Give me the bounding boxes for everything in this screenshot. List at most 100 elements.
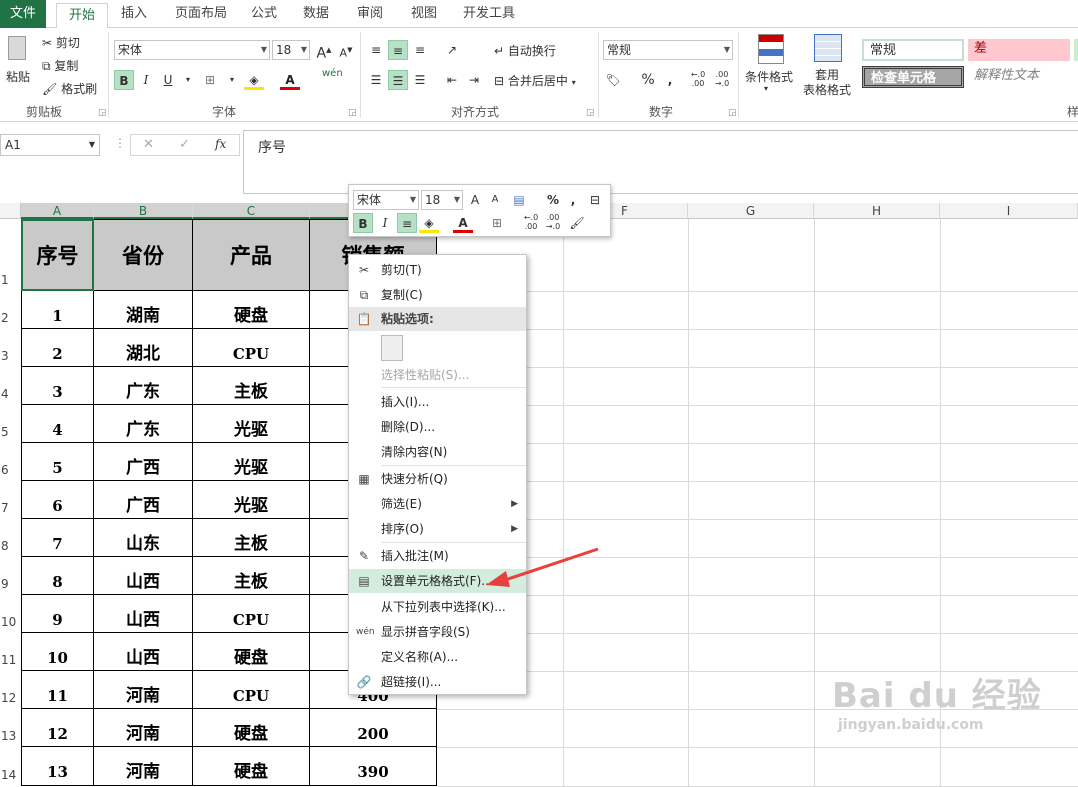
mini-format-painter-icon[interactable]: 🖌 — [567, 213, 587, 233]
font-launcher-icon[interactable]: ◲ — [348, 108, 357, 118]
orientation-icon[interactable]: ↗ — [442, 40, 462, 60]
tab-home[interactable]: 开始 — [56, 3, 108, 29]
col-header-g[interactable]: G — [688, 203, 814, 219]
menu-item-pick-from-list[interactable]: 从下拉列表中选择(K)... — [349, 595, 526, 619]
menu-item-filter[interactable]: 筛选(E) ▶ — [349, 492, 526, 516]
menu-item-clear-contents[interactable]: 清除内容(N) — [349, 440, 526, 464]
table-cell[interactable]: 主板 — [193, 367, 310, 405]
tab-insert[interactable]: 插入 — [112, 0, 156, 28]
font-name-combo[interactable]: 宋体 ▼ — [114, 40, 270, 60]
table-cell[interactable]: 河南 — [94, 747, 193, 786]
table-cell[interactable]: 山西 — [94, 595, 193, 633]
border-icon[interactable]: ⊞ — [200, 70, 220, 90]
mini-font-color-icon[interactable]: A — [453, 213, 473, 233]
style-explanatory[interactable]: 解释性文本 — [968, 66, 1070, 88]
mini-percent-button[interactable]: % — [543, 190, 563, 210]
wrap-text-button[interactable]: ↵ 自动换行 — [494, 42, 556, 59]
mini-increase-decimal-icon[interactable]: ←.0.00 — [521, 213, 541, 233]
mini-shrink-font-icon[interactable]: A — [485, 190, 505, 210]
mini-number-format-icon[interactable]: ▤ — [509, 190, 529, 210]
shrink-font-icon[interactable]: A▼ — [336, 40, 356, 60]
underline-dropdown-icon[interactable]: ▾ — [178, 70, 198, 90]
italic-button[interactable]: I — [136, 70, 156, 90]
increase-decimal-icon[interactable]: ←.0.00 — [688, 70, 708, 90]
percent-button[interactable]: % — [638, 70, 658, 90]
row-header-7[interactable]: 7 — [0, 501, 21, 515]
style-normal[interactable]: 常规 — [862, 39, 964, 61]
tab-data[interactable]: 数据 — [296, 0, 336, 28]
table-cell[interactable]: 9 — [21, 595, 94, 633]
decrease-decimal-icon[interactable]: .00 →.0 — [712, 70, 732, 90]
menu-item-define-name[interactable]: 定义名称(A)... — [349, 645, 526, 669]
table-cell[interactable]: 主板 — [193, 557, 310, 595]
table-cell[interactable]: 13 — [21, 747, 94, 786]
table-cell[interactable]: 3 — [21, 367, 94, 405]
table-cell[interactable]: CPU — [193, 329, 310, 367]
table-cell[interactable]: 光驱 — [193, 481, 310, 519]
table-cell[interactable]: 390 — [310, 747, 437, 786]
cancel-icon[interactable]: ✕ — [143, 137, 154, 152]
format-as-table-button[interactable]: 套用 表格格式 — [796, 32, 858, 120]
mini-table-icon[interactable]: ⊟ — [585, 190, 605, 210]
mini-italic-button[interactable]: I — [375, 213, 395, 233]
style-good-partial[interactable] — [1074, 39, 1078, 61]
menu-item-quick-analysis[interactable]: ▦ 快速分析(Q) — [349, 467, 526, 491]
decrease-indent-icon[interactable]: ⇤ — [442, 70, 462, 90]
mini-bold-button[interactable]: B — [353, 213, 373, 233]
table-cell[interactable]: 河南 — [94, 671, 193, 709]
paste-option-icon[interactable] — [381, 335, 403, 361]
col-header-c[interactable]: C — [193, 203, 310, 219]
align-left-icon[interactable]: ☰ — [366, 70, 386, 90]
table-cell[interactable]: 硬盘 — [193, 633, 310, 671]
row-header-3[interactable]: 3 — [0, 349, 21, 363]
table-cell[interactable]: 12 — [21, 709, 94, 747]
phonetic-icon[interactable]: wén — [322, 68, 343, 88]
tab-file[interactable]: 文件 — [0, 0, 46, 28]
fill-color-icon[interactable]: ◈ — [244, 70, 264, 90]
table-cell[interactable]: 山西 — [94, 633, 193, 671]
row-header-6[interactable]: 6 — [0, 463, 21, 477]
row-header-2[interactable]: 2 — [0, 311, 21, 325]
menu-item-hyperlink[interactable]: 🔗 超链接(I)... — [349, 670, 526, 694]
align-bottom-icon[interactable]: ≡ — [410, 40, 430, 60]
table-cell[interactable]: CPU — [193, 595, 310, 633]
format-painter-button[interactable]: 🖌 格式刷 — [42, 80, 97, 97]
bold-button[interactable]: B — [114, 70, 134, 90]
table-cell[interactable]: 200 — [310, 709, 437, 747]
merge-center-button[interactable]: ⊟ 合并后居中 ▾ — [494, 72, 576, 89]
table-cell[interactable]: 4 — [21, 405, 94, 443]
row-header-11[interactable]: 11 — [0, 653, 21, 667]
table-cell[interactable]: 硬盘 — [193, 747, 310, 786]
conditional-format-button[interactable]: 条件格式 ▾ — [744, 32, 794, 120]
align-middle-icon[interactable]: ≡ — [388, 40, 408, 60]
tab-review[interactable]: 审阅 — [350, 0, 390, 28]
paste-label[interactable]: 粘贴 — [6, 68, 30, 85]
table-cell[interactable]: 湖北 — [94, 329, 193, 367]
table-cell[interactable]: 广西 — [94, 443, 193, 481]
col-header-h[interactable]: H — [814, 203, 940, 219]
copy-button[interactable]: ⧉ 复制 — [42, 57, 78, 74]
table-cell[interactable]: 5 — [21, 443, 94, 481]
col-header-b[interactable]: B — [94, 203, 193, 219]
mini-size-combo[interactable]: 18 ▼ — [421, 190, 463, 210]
align-top-icon[interactable]: ≡ — [366, 40, 386, 60]
table-cell[interactable]: 光驱 — [193, 443, 310, 481]
menu-item-delete[interactable]: 删除(D)... — [349, 415, 526, 439]
align-center-icon[interactable]: ☰ — [388, 70, 408, 90]
mini-decrease-decimal-icon[interactable]: .00 →.0 — [543, 213, 563, 233]
table-cell[interactable]: 10 — [21, 633, 94, 671]
enter-icon[interactable]: ✓ — [179, 137, 190, 152]
row-header-5[interactable]: 5 — [0, 425, 21, 439]
table-cell[interactable]: 主板 — [193, 519, 310, 557]
grow-font-icon[interactable]: A▲ — [314, 40, 334, 62]
row-header-12[interactable]: 12 — [0, 691, 21, 705]
table-cell[interactable]: 11 — [21, 671, 94, 709]
align-right-icon[interactable]: ☰ — [410, 70, 430, 90]
number-launcher-icon[interactable]: ◲ — [728, 108, 737, 118]
mini-font-combo[interactable]: 宋体 ▼ — [353, 190, 419, 210]
table-cell[interactable]: 8 — [21, 557, 94, 595]
menu-item-show-phonetic[interactable]: wén 显示拼音字段(S) — [349, 620, 526, 644]
currency-icon[interactable]: 🏷 — [603, 70, 623, 90]
tab-page-layout[interactable]: 页面布局 — [168, 0, 234, 28]
mini-grow-font-icon[interactable]: A — [465, 190, 485, 210]
